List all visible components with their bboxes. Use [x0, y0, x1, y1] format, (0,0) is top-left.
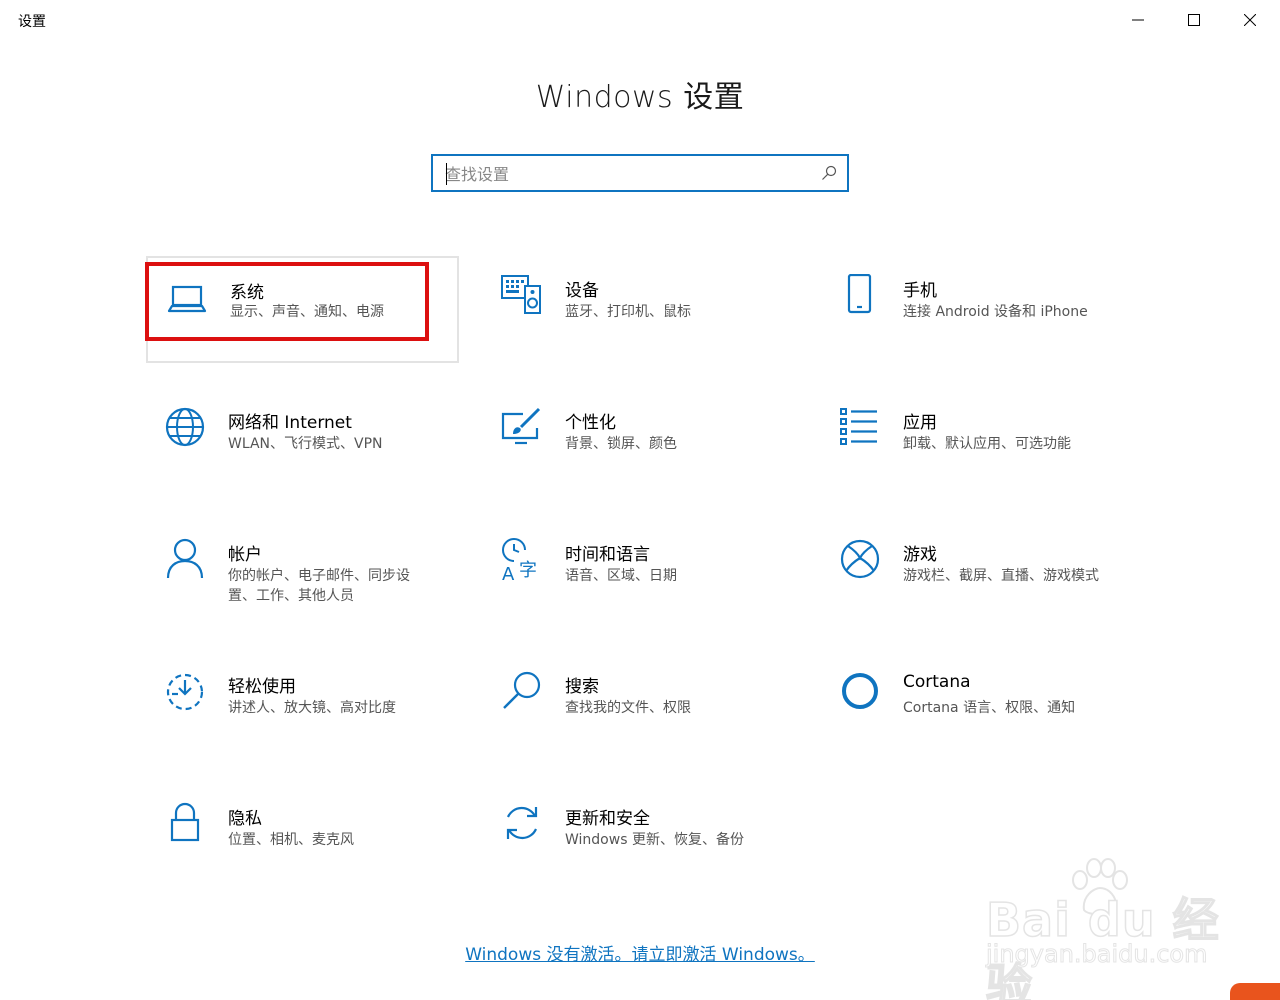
- svg-text:字: 字: [519, 560, 537, 580]
- tile-accounts[interactable]: 帐户 你的帐户、电子邮件、同步设置、工作、其他人员: [146, 520, 461, 620]
- tile-title: 搜索: [565, 677, 599, 697]
- tile-title: 时间和语言: [565, 545, 650, 565]
- maximize-icon: [1188, 14, 1200, 26]
- search-icon[interactable]: [821, 165, 837, 181]
- baidu-watermark: Bai du 经验 jingyan.baidu.com: [978, 858, 1228, 1000]
- tile-description: 背景、锁屏、颜色: [565, 436, 677, 452]
- tile-title: 更新和安全: [565, 809, 650, 829]
- close-button[interactable]: [1222, 0, 1278, 40]
- apps-list-icon: [839, 406, 881, 448]
- tile-phone[interactable]: 手机 连接 Android 设备和 iPhone: [821, 256, 1136, 356]
- corner-badge: [1230, 983, 1280, 1000]
- tile-search[interactable]: 搜索 查找我的文件、权限: [483, 652, 798, 752]
- tile-description: 查找我的文件、权限: [565, 700, 691, 716]
- tile-update-security[interactable]: 更新和安全 Windows 更新、恢复、备份: [483, 784, 798, 884]
- tile-personalization[interactable]: 个性化 背景、锁屏、颜色: [483, 388, 798, 488]
- person-icon: [164, 538, 206, 580]
- update-arrows-icon: [501, 802, 543, 844]
- tile-description: 显示、声音、通知、电源: [230, 304, 384, 320]
- tile-description: 你的帐户、电子邮件、同步设置、工作、其他人员: [228, 568, 410, 604]
- tile-ease-of-access[interactable]: 轻松使用 讲述人、放大镜、高对比度: [146, 652, 461, 752]
- page-title: Windows 设置: [535, 80, 745, 115]
- search-magnifier-icon: [501, 670, 543, 712]
- tile-title: 个性化: [565, 413, 616, 433]
- tile-time-language[interactable]: A字 时间和语言 语音、区域、日期: [483, 520, 798, 620]
- globe-icon: [164, 406, 206, 448]
- phone-icon: [839, 273, 881, 316]
- title-bar: 设置: [0, 0, 1280, 40]
- ease-of-access-icon: [164, 670, 206, 712]
- tile-title: 隐私: [228, 809, 262, 829]
- tile-title: 轻松使用: [228, 677, 296, 697]
- time-language-icon: A字: [501, 538, 543, 585]
- xbox-icon: [839, 538, 881, 580]
- svg-text:A: A: [502, 564, 515, 580]
- tile-description: Windows 更新、恢复、备份: [565, 832, 744, 848]
- tile-description: 卸载、默认应用、可选功能: [903, 436, 1071, 452]
- tile-description: Cortana 语言、权限、通知: [903, 700, 1076, 716]
- text-cursor: [446, 163, 447, 185]
- tile-title: 应用: [903, 413, 937, 433]
- tile-title: 系统: [230, 283, 264, 303]
- lock-icon: [164, 802, 206, 844]
- minimize-button[interactable]: [1110, 0, 1166, 40]
- watermark-url: jingyan.baidu.com: [985, 940, 1208, 969]
- tile-title: Cortana: [903, 672, 971, 692]
- tile-devices[interactable]: 设备 蓝牙、打印机、鼠标: [483, 256, 798, 356]
- tile-description: 位置、相机、麦克风: [228, 832, 354, 848]
- tile-description: 连接 Android 设备和 iPhone: [903, 304, 1088, 320]
- tile-privacy[interactable]: 隐私 位置、相机、麦克风: [146, 784, 461, 884]
- tile-cortana[interactable]: Cortana Cortana 语言、权限、通知: [821, 652, 1136, 752]
- devices-icon: [501, 274, 543, 316]
- tile-description: 蓝牙、打印机、鼠标: [565, 304, 691, 320]
- tile-description: 游戏栏、截屏、直播、游戏模式: [903, 568, 1099, 584]
- tile-title: 手机: [903, 281, 937, 301]
- tile-title: 网络和 Internet: [228, 413, 352, 433]
- search-box[interactable]: [431, 154, 849, 192]
- close-icon: [1244, 14, 1256, 26]
- search-input[interactable]: [445, 162, 815, 186]
- laptop-icon: [166, 278, 208, 320]
- tile-title: 设备: [565, 281, 599, 301]
- tile-gaming[interactable]: 游戏 游戏栏、截屏、直播、游戏模式: [821, 520, 1136, 620]
- window-title: 设置: [18, 14, 46, 30]
- maximize-button[interactable]: [1166, 0, 1222, 40]
- tile-description: 讲述人、放大镜、高对比度: [228, 700, 396, 716]
- tile-apps[interactable]: 应用 卸载、默认应用、可选功能: [821, 388, 1136, 488]
- minimize-icon: [1132, 19, 1144, 21]
- tile-network[interactable]: 网络和 Internet WLAN、飞行模式、VPN: [146, 388, 461, 488]
- tile-system[interactable]: 系统 显示、声音、通知、电源: [146, 256, 459, 363]
- tile-title: 帐户: [228, 545, 262, 565]
- tile-description: 语音、区域、日期: [565, 568, 677, 584]
- tile-title: 游戏: [903, 545, 937, 565]
- personalization-icon: [501, 406, 543, 448]
- tile-description: WLAN、飞行模式、VPN: [228, 436, 383, 452]
- cortana-circle-icon: [839, 670, 881, 712]
